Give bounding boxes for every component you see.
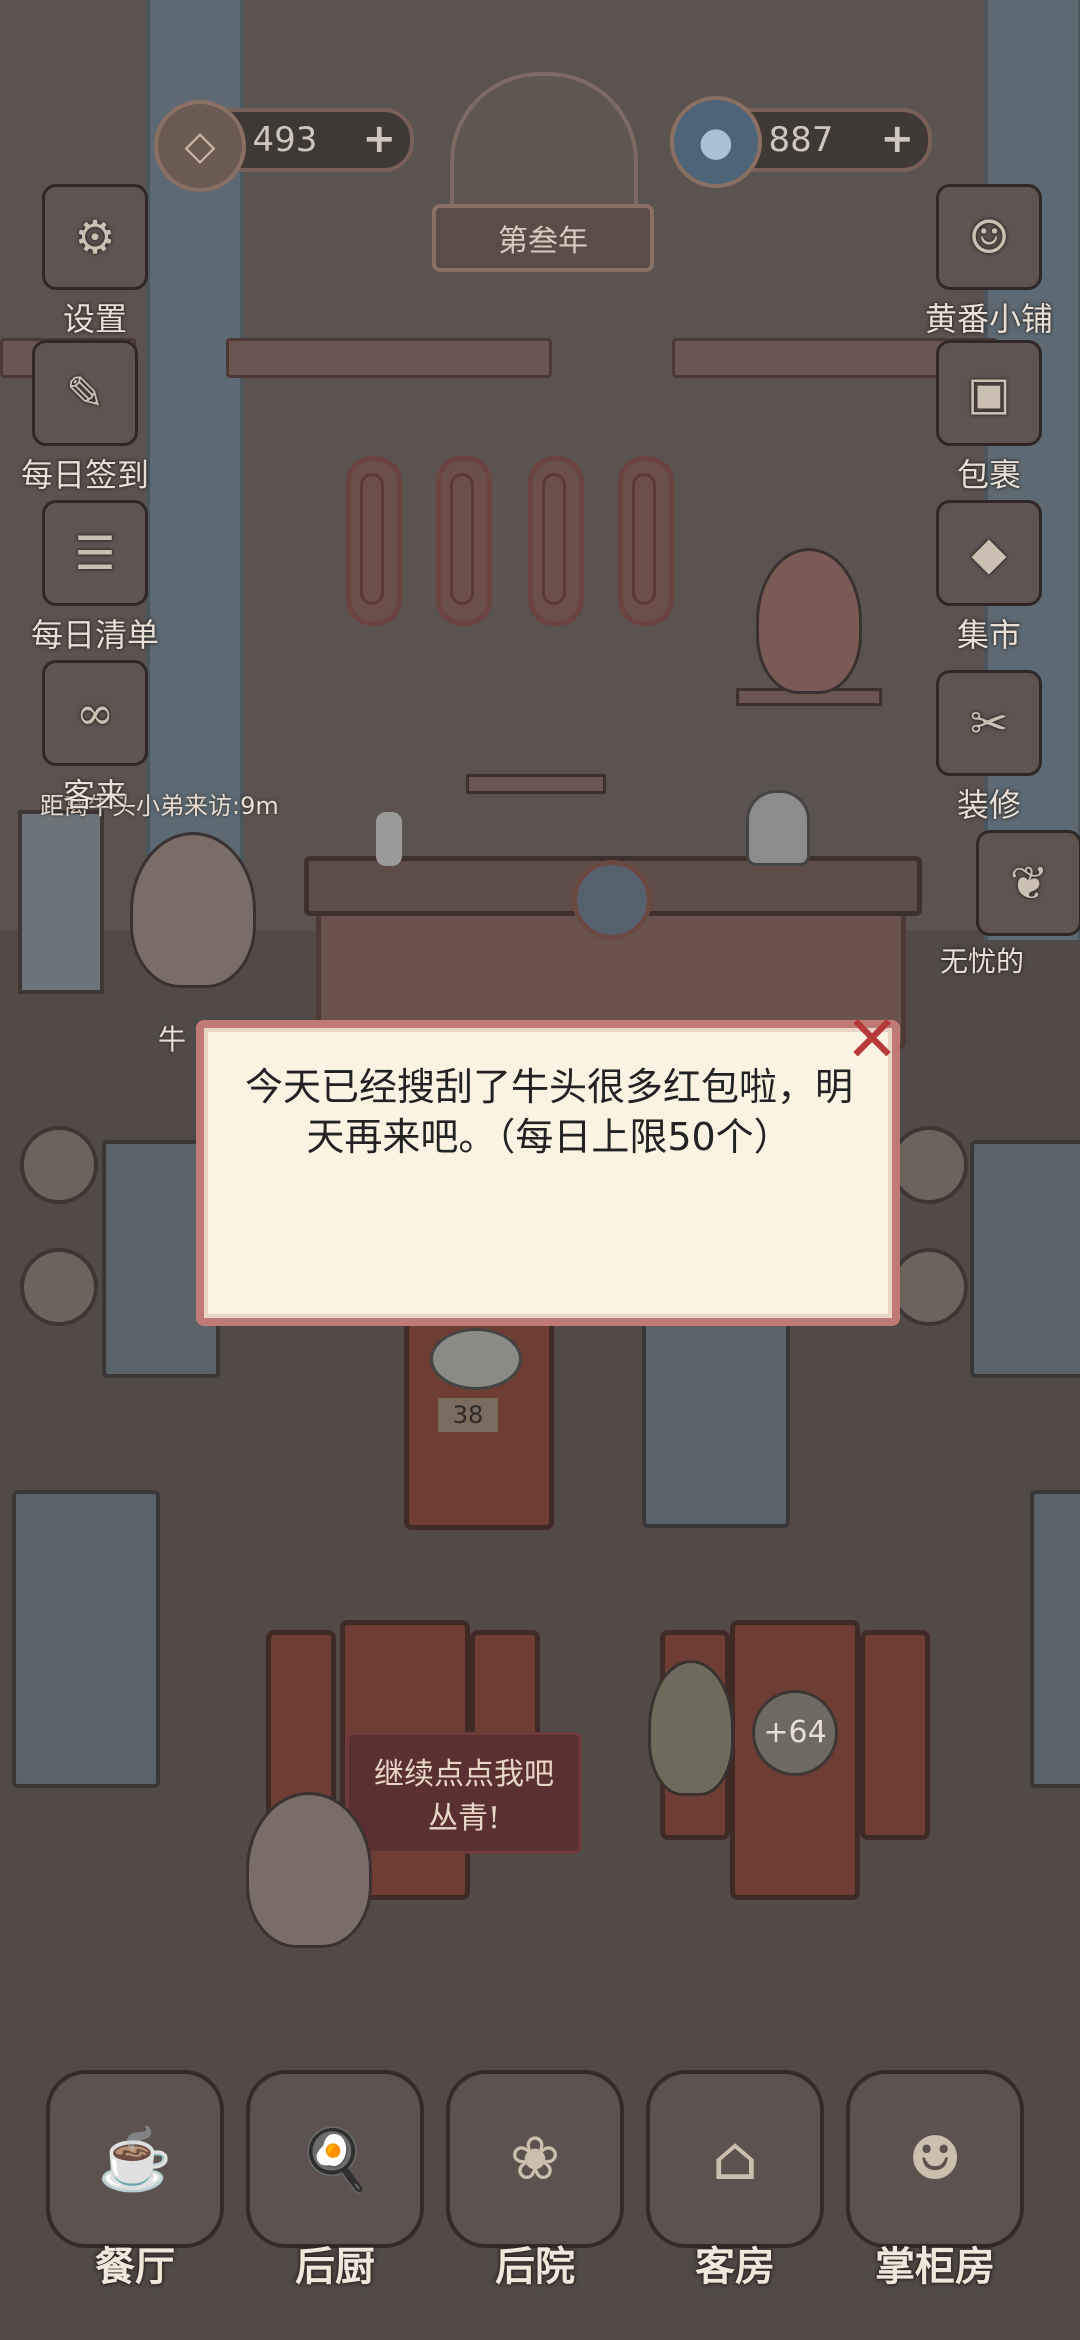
carefree-icon: ❦ [976,830,1080,936]
ox-helper[interactable] [130,832,256,988]
beam [226,338,552,378]
carefree-label: 无忧的 [940,945,1025,978]
add-coin-icon[interactable]: + [362,116,396,162]
shop-label: 黄番小铺 [924,300,1053,338]
wall-window [618,456,674,626]
stool [890,1126,968,1204]
settings-icon: ⚙ [42,184,148,290]
nav-backyard[interactable]: ❀ 后院 [440,2070,630,2300]
nav-kitchen-label: 后厨 [295,2243,375,2290]
market-icon: ◆ [936,500,1042,606]
daily-checkin-button[interactable]: ✎ 每日签到 [0,340,170,496]
add-gourd-icon[interactable]: + [880,116,914,162]
wall-window [436,456,492,626]
bag-icon: ▣ [936,340,1042,446]
decorate-label: 装修 [956,786,1021,824]
guest-arrival-button[interactable]: ∞ 客来 [10,660,180,816]
wall-window [346,456,402,626]
nav-kitchen[interactable]: 🍳 后厨 [240,2070,430,2300]
close-icon[interactable]: ✕ [842,1008,902,1072]
wall-shelf [466,774,606,794]
bag-label: 包裹 [956,456,1021,494]
nav-backyard-label: 后院 [495,2243,575,2290]
guest-label: 客来 [62,776,127,814]
shop-button[interactable]: ☺ 黄番小铺 [904,184,1074,340]
shop-icon: ☺ [936,184,1042,290]
dish-count: 38 [438,1398,498,1432]
vase [18,810,104,994]
settings-label: 设置 [62,300,127,338]
daily-list-button[interactable]: ☰ 每日清单 [10,500,180,656]
market-button[interactable]: ◆ 集市 [904,500,1074,656]
nav-manager-room[interactable]: ☻ 掌柜房 [840,2070,1030,2300]
dialog-message: 今天已经搜刮了牛头很多红包啦，明天再来吧。（每日上限50个） [244,1065,853,1159]
speech-line-2: 丛青! [427,1801,501,1836]
coin-icon: ◇ [154,100,246,192]
nav-dining-hall-label: 餐厅 [95,2243,175,2290]
stool [20,1126,98,1204]
manager-room-icon: ☻ [846,2070,1024,2248]
year-badge[interactable]: 第叁年 [432,204,654,272]
teapot [746,790,810,866]
folding-screen [860,1630,930,1840]
settings-button[interactable]: ⚙ 设置 [10,184,180,340]
dish-bowl [430,1328,522,1390]
decorate-icon: ✂ [936,670,1042,776]
decorate-button[interactable]: ✂ 装修 [904,670,1074,826]
checkin-label: 每日签到 [20,456,149,494]
dining-table[interactable] [1030,1490,1080,1788]
guest-room-icon: ⌂ [646,2070,824,2248]
checkin-icon: ✎ [32,340,138,446]
backyard-icon: ❀ [446,2070,624,2248]
dining-table[interactable] [970,1140,1080,1378]
coin-value: 493 [252,120,318,160]
nav-manager-room-label: 掌柜房 [875,2243,995,2290]
nav-guest-room-label: 客房 [695,2243,775,2290]
dining-table[interactable] [642,1310,790,1528]
gourd-icon: ● [670,96,762,188]
ox-label: 牛 [158,1023,187,1056]
dining-hall-icon: ☕ [46,2070,224,2248]
nav-dining-hall[interactable]: ☕ 餐厅 [40,2070,230,2300]
kitchen-icon: 🍳 [246,2070,424,2248]
market-label: 集市 [956,616,1021,654]
speech-line-1: 继续点点我吧 [374,1757,554,1792]
stool [890,1248,968,1326]
gourd-value: 887 [768,120,834,160]
speech-bubble[interactable]: 继续点点我吧 丛青! [346,1732,582,1854]
fortune-god-statue[interactable] [756,548,862,694]
guest-icon: ∞ [42,660,148,766]
coin-reward[interactable]: +64 [752,1690,838,1776]
nav-guest-room[interactable]: ⌂ 客房 [640,2070,830,2300]
counter-emblem [572,860,652,940]
ox-character[interactable] [246,1792,372,1948]
wall-window [528,456,584,626]
wine-bottle [376,812,402,866]
stool [20,1248,98,1326]
bag-button[interactable]: ▣ 包裹 [904,340,1074,496]
carefree-button[interactable]: ❦ 无忧的 [940,830,1080,980]
guest-character[interactable] [648,1660,734,1796]
list-label: 每日清单 [30,616,159,654]
notice-dialog: 今天已经搜刮了牛头很多红包啦，明天再来吧。（每日上限50个） [196,1020,900,1326]
list-icon: ☰ [42,500,148,606]
dining-table[interactable] [12,1490,160,1788]
